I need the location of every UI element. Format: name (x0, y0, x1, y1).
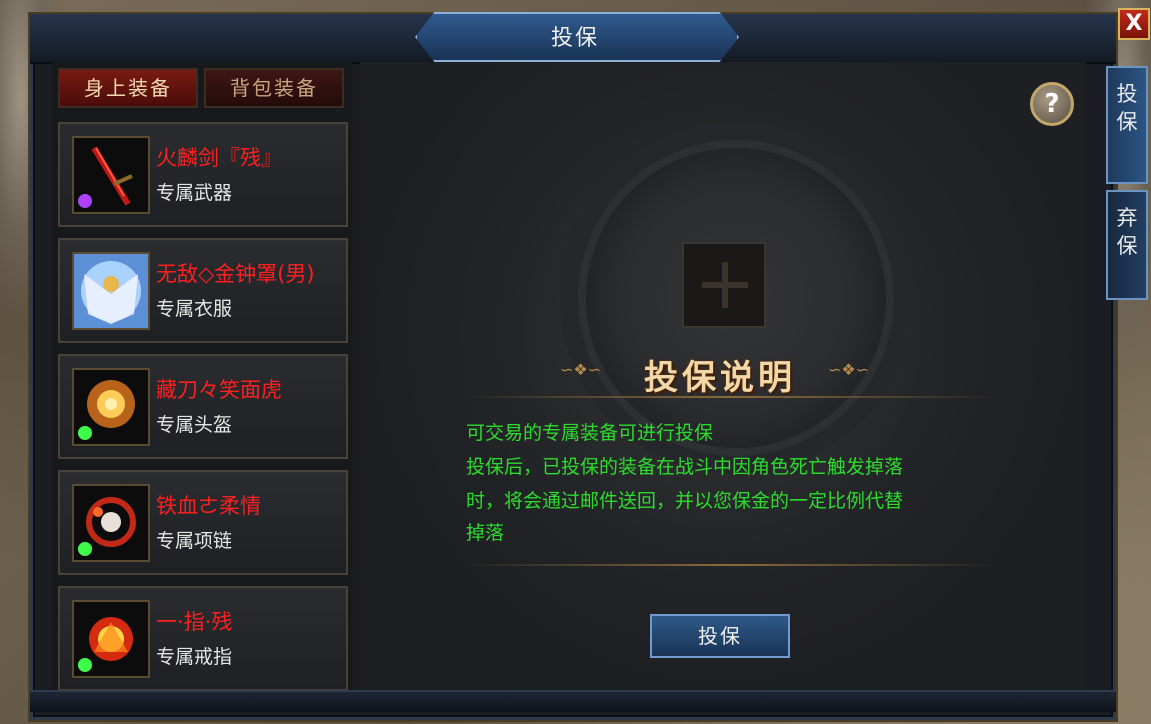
sword-icon (72, 136, 150, 214)
item-type: 专属衣服 (156, 298, 233, 320)
item-name: 火麟剑『残』 (156, 146, 282, 170)
side-tab-label: 投保 (1116, 82, 1138, 134)
ring-icon (72, 600, 150, 678)
description-line: 可交易的专属装备可进行投保 (466, 422, 714, 444)
divider (460, 396, 1000, 398)
plus-icon-horizontal (702, 282, 748, 288)
equipment-item-ring[interactable]: 一·指·残 专属戒指 (58, 586, 348, 691)
insure-button[interactable]: 投保 (650, 614, 790, 658)
item-name: 铁血ㄜ柔情 (156, 494, 261, 518)
item-name: 藏刀々笑面虎 (156, 378, 282, 402)
description-line: 投保后，已投保的装备在战斗中因角色死亡触发掉落 (466, 456, 904, 478)
item-type: 专属武器 (156, 182, 233, 204)
tab-bag-equipment[interactable]: 背包装备 (204, 68, 344, 108)
window-title: 投保 (550, 26, 599, 51)
green-gem-icon (78, 542, 92, 556)
equipment-item-helmet[interactable]: 藏刀々笑面虎 专属头盔 (58, 354, 348, 459)
help-button[interactable]: ? (1030, 82, 1074, 126)
side-tab-insure[interactable]: 投保 (1106, 66, 1148, 184)
close-button[interactable]: X (1118, 8, 1150, 40)
green-gem-icon (78, 426, 92, 440)
helmet-icon (72, 368, 150, 446)
equipment-item-armor[interactable]: 无敌◇金钟罩(男) 专属衣服 (58, 238, 348, 343)
description-title: 投保说明 (644, 358, 796, 398)
green-gem-icon (78, 658, 92, 672)
side-tab-label: 弃保 (1116, 206, 1138, 258)
description-line: 掉落 (466, 522, 505, 544)
side-tab-abandon[interactable]: 弃保 (1106, 190, 1148, 300)
armor-icon (72, 252, 150, 330)
item-name: 无敌◇金钟罩(男) (156, 262, 315, 286)
item-type: 专属戒指 (156, 646, 233, 668)
equipment-drop-slot[interactable] (682, 242, 766, 328)
description-line: 时，将会通过邮件送回，并以您保金的一定比例代替 (466, 490, 904, 512)
tab-worn-equipment[interactable]: 身上装备 (58, 68, 198, 108)
necklace-icon (72, 484, 150, 562)
window-bottom-frame (30, 690, 1116, 712)
equipment-item-necklace[interactable]: 铁血ㄜ柔情 专属项链 (58, 470, 348, 575)
equipment-item-weapon[interactable]: 火麟剑『残』 专属武器 (58, 122, 348, 227)
purple-gem-icon (78, 194, 92, 208)
item-type: 专属项链 (156, 530, 233, 552)
divider (460, 564, 1000, 566)
item-type: 专属头盔 (156, 414, 233, 436)
item-name: 一·指·残 (156, 610, 233, 634)
